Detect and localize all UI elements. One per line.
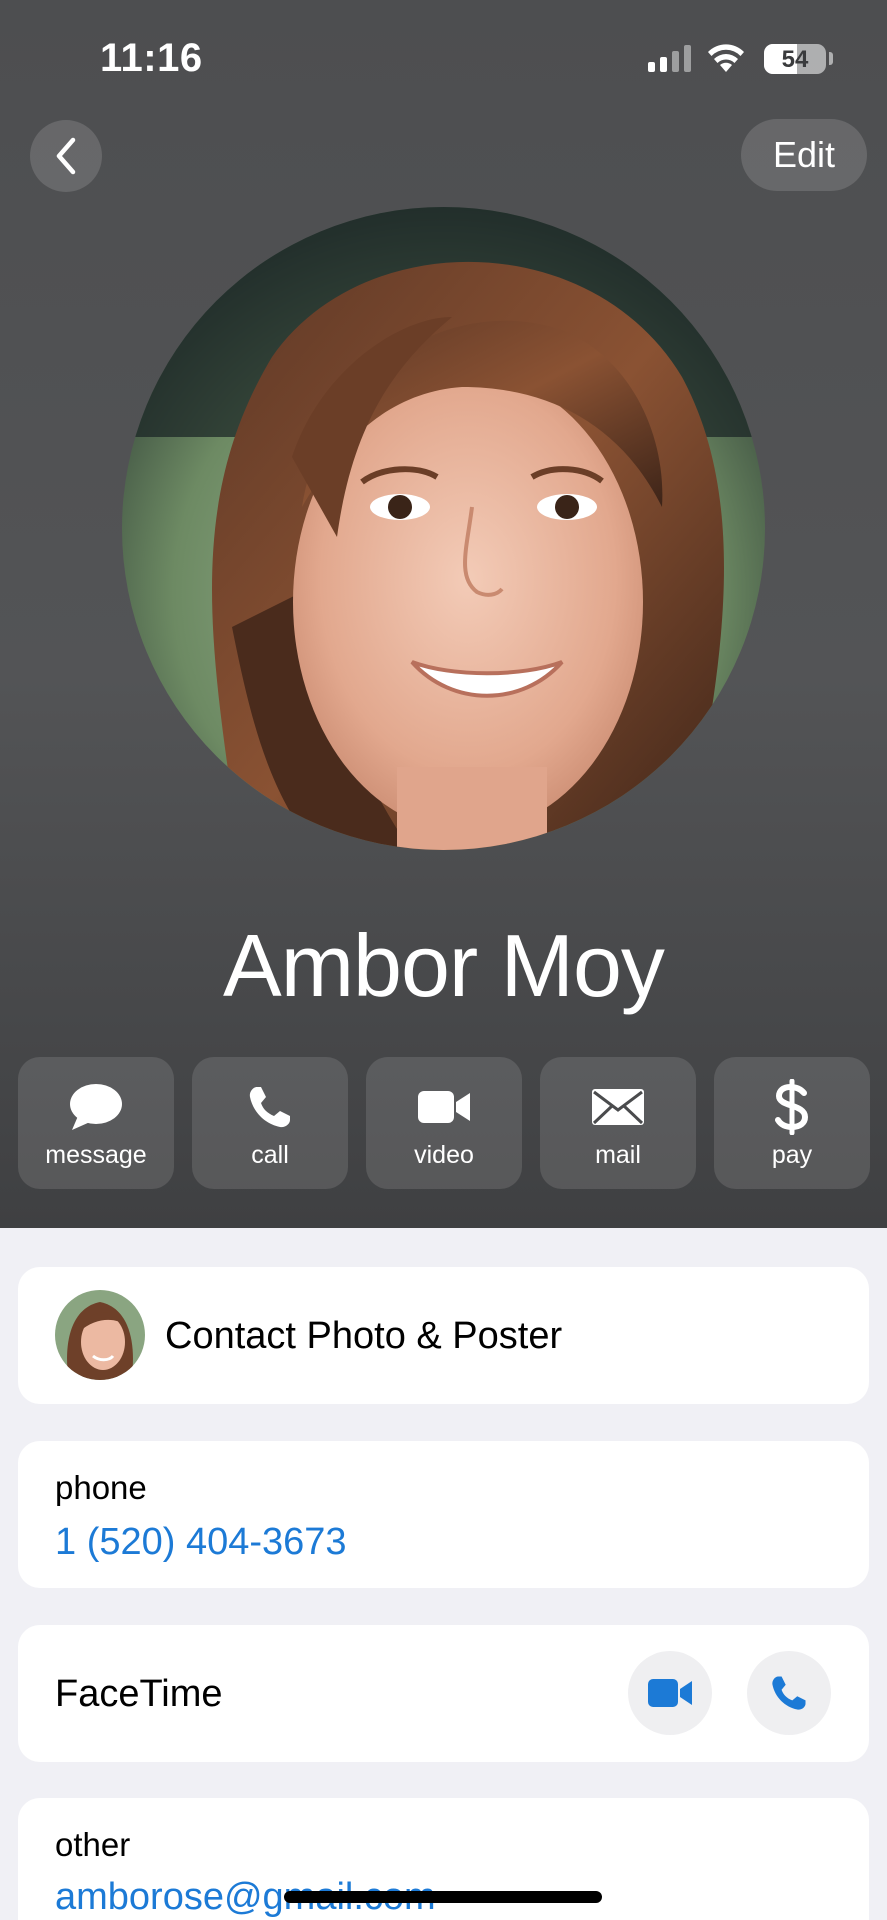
message-bubble-icon — [70, 1084, 122, 1130]
mail-label: mail — [595, 1141, 641, 1169]
video-label: video — [414, 1141, 474, 1169]
phone-icon — [772, 1676, 806, 1710]
pay-button[interactable]: pay — [714, 1057, 870, 1189]
chevron-left-icon — [56, 137, 76, 175]
facetime-audio-button[interactable] — [747, 1651, 831, 1735]
contact-photo — [122, 207, 765, 850]
battery-cap — [829, 52, 833, 65]
battery-icon: 54 — [764, 44, 826, 74]
message-button[interactable]: message — [18, 1057, 174, 1189]
back-button[interactable] — [30, 120, 102, 192]
envelope-icon — [592, 1089, 644, 1125]
phone-icon — [249, 1087, 290, 1128]
contact-header: 11:16 54 Edit Ambor Moy message call vid… — [0, 0, 887, 1228]
phone-number[interactable]: 1 (520) 404-3673 — [55, 1521, 347, 1564]
pay-label: pay — [771, 1141, 813, 1169]
phone-row[interactable]: phone 1 (520) 404-3673 — [18, 1441, 869, 1588]
quick-actions: message call video mail pay — [18, 1057, 870, 1189]
facetime-label: FaceTime — [55, 1673, 223, 1715]
video-camera-icon — [418, 1091, 470, 1123]
status-time: 11:16 — [100, 36, 203, 80]
contact-thumbnail — [55, 1290, 145, 1380]
edit-button[interactable]: Edit — [741, 119, 867, 191]
video-button[interactable]: video — [366, 1057, 522, 1189]
home-indicator[interactable] — [284, 1891, 602, 1903]
contact-photo-poster-label: Contact Photo & Poster — [165, 1315, 563, 1357]
contact-photo-poster-row[interactable]: Contact Photo & Poster — [18, 1267, 869, 1404]
wifi-icon — [708, 44, 744, 72]
facetime-video-button[interactable] — [628, 1651, 712, 1735]
facetime-row: FaceTime — [18, 1625, 869, 1762]
battery-level: 54 — [781, 46, 809, 73]
mail-button[interactable]: mail — [540, 1057, 696, 1189]
cellular-signal-icon — [648, 44, 691, 72]
phone-label: phone — [55, 1469, 147, 1506]
message-label: message — [45, 1141, 147, 1169]
video-camera-icon — [648, 1679, 692, 1707]
contact-name: Ambor Moy — [223, 916, 665, 1015]
call-button[interactable]: call — [192, 1057, 348, 1189]
email-label: other — [55, 1826, 131, 1863]
call-label: call — [251, 1141, 289, 1169]
dollar-icon — [775, 1079, 809, 1135]
